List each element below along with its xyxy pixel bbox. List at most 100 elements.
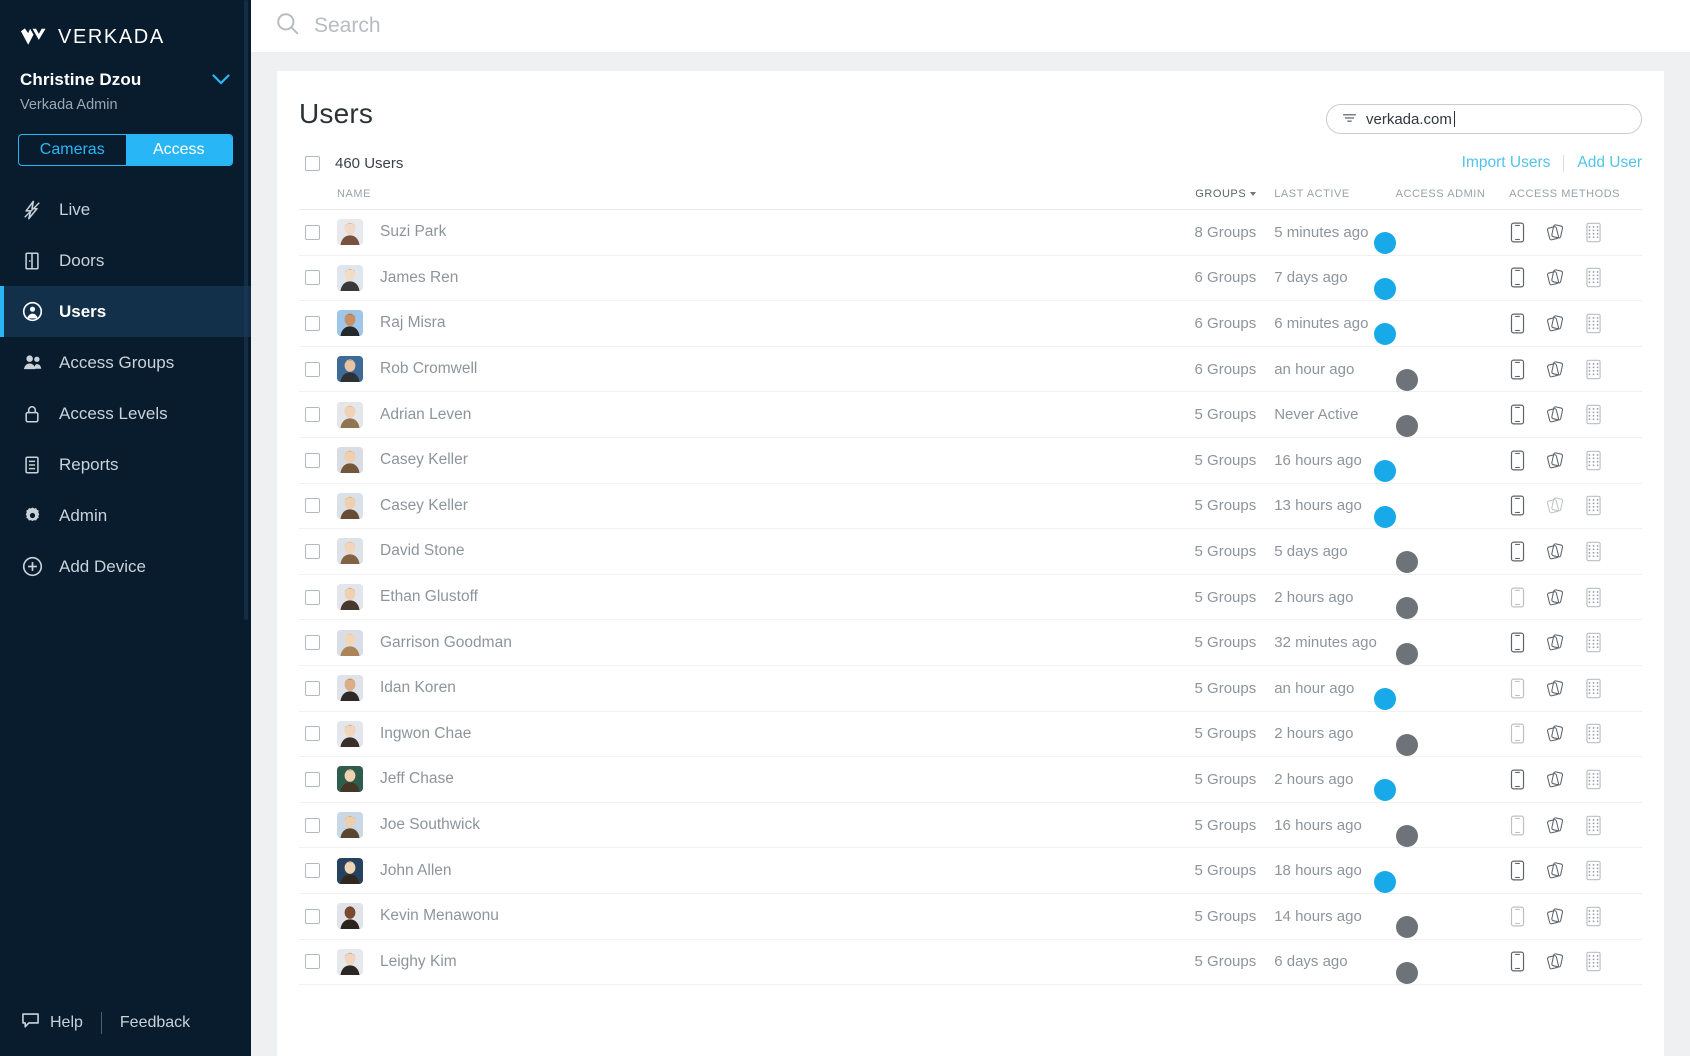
sidebar-item-access-groups[interactable]: Access Groups: [0, 337, 251, 388]
table-row[interactable]: Raj Misra 6 Groups 6 minutes ago: [299, 300, 1642, 347]
cell-name[interactable]: Jeff Chase: [299, 756, 1147, 803]
phone-icon[interactable]: [1509, 495, 1526, 516]
cell-name[interactable]: Raj Misra: [299, 300, 1147, 347]
table-row[interactable]: Suzi Park 8 Groups 5 minutes ago: [299, 209, 1642, 256]
global-search-bar[interactable]: Search: [251, 0, 1690, 53]
access-cards-icon[interactable]: [1547, 951, 1564, 972]
access-cards-icon[interactable]: [1547, 678, 1564, 699]
table-row[interactable]: Adrian Leven 5 Groups Never Active: [299, 391, 1642, 438]
keypad-icon[interactable]: [1585, 769, 1602, 790]
row-checkbox[interactable]: [305, 270, 320, 286]
phone-icon[interactable]: [1509, 222, 1526, 243]
cell-name[interactable]: Adrian Leven: [299, 391, 1147, 438]
row-checkbox[interactable]: [305, 361, 320, 377]
access-cards-icon[interactable]: [1547, 541, 1564, 562]
table-row[interactable]: Jeff Chase 5 Groups 2 hours ago: [299, 756, 1642, 803]
cell-name[interactable]: Leighy Kim: [299, 939, 1147, 986]
row-checkbox[interactable]: [305, 954, 320, 970]
row-checkbox[interactable]: [305, 817, 320, 833]
brand-logo[interactable]: VERKADA: [0, 0, 251, 56]
phone-icon[interactable]: [1509, 267, 1526, 288]
product-switcher[interactable]: Cameras Access: [18, 134, 233, 166]
cell-name[interactable]: David Stone: [299, 528, 1147, 575]
access-cards-icon[interactable]: [1547, 769, 1564, 790]
row-checkbox[interactable]: [305, 498, 320, 514]
domain-filter-input[interactable]: verkada.com: [1326, 104, 1642, 134]
phone-icon[interactable]: [1509, 587, 1526, 608]
table-row[interactable]: David Stone 5 Groups 5 days ago: [299, 528, 1642, 575]
access-cards-icon[interactable]: [1547, 267, 1564, 288]
sidebar-item-live[interactable]: Live: [0, 184, 251, 235]
table-row[interactable]: Kevin Menawonu 5 Groups 14 hours ago: [299, 893, 1642, 940]
cell-name[interactable]: Garrison Goodman: [299, 619, 1147, 666]
keypad-icon[interactable]: [1585, 359, 1602, 380]
access-cards-icon[interactable]: [1547, 313, 1564, 334]
cell-name[interactable]: Casey Keller: [299, 437, 1147, 484]
keypad-icon[interactable]: [1585, 632, 1602, 653]
add-user-button[interactable]: Add User: [1577, 154, 1642, 172]
table-row[interactable]: Casey Keller 5 Groups 16 hours ago: [299, 437, 1642, 484]
row-checkbox[interactable]: [305, 452, 320, 468]
table-row[interactable]: John Allen 5 Groups 18 hours ago: [299, 847, 1642, 894]
sidebar-item-doors[interactable]: Doors: [0, 235, 251, 286]
chevron-down-icon[interactable]: [212, 72, 230, 85]
keypad-icon[interactable]: [1585, 860, 1602, 881]
access-cards-icon[interactable]: [1547, 450, 1564, 471]
access-cards-icon[interactable]: [1547, 906, 1564, 927]
cell-name[interactable]: Kevin Menawonu: [299, 893, 1147, 940]
cell-name[interactable]: John Allen: [299, 847, 1147, 894]
access-cards-icon[interactable]: [1547, 815, 1564, 836]
phone-icon[interactable]: [1509, 815, 1526, 836]
import-users-button[interactable]: Import Users: [1462, 154, 1551, 172]
table-row[interactable]: Ingwon Chae 5 Groups 2 hours ago: [299, 711, 1642, 758]
table-row[interactable]: Idan Koren 5 Groups an hour ago: [299, 665, 1642, 712]
phone-icon[interactable]: [1509, 313, 1526, 334]
keypad-icon[interactable]: [1585, 815, 1602, 836]
table-row[interactable]: Joe Southwick 5 Groups 16 hours ago: [299, 802, 1642, 849]
phone-icon[interactable]: [1509, 404, 1526, 425]
column-header-access-methods[interactable]: ACCESS METHODS: [1499, 172, 1642, 210]
cell-name[interactable]: Suzi Park: [299, 209, 1147, 256]
phone-icon[interactable]: [1509, 632, 1526, 653]
keypad-icon[interactable]: [1585, 587, 1602, 608]
cell-name[interactable]: Ethan Glustoff: [299, 574, 1147, 621]
keypad-icon[interactable]: [1585, 723, 1602, 744]
keypad-icon[interactable]: [1585, 313, 1602, 334]
access-cards-icon[interactable]: [1547, 632, 1564, 653]
row-checkbox[interactable]: [305, 224, 320, 240]
sidebar-scrollbar[interactable]: [244, 0, 248, 620]
access-cards-icon[interactable]: [1547, 723, 1564, 744]
search-input[interactable]: Search: [314, 14, 381, 38]
keypad-icon[interactable]: [1585, 951, 1602, 972]
keypad-icon[interactable]: [1585, 267, 1602, 288]
sidebar-item-users[interactable]: Users: [0, 286, 251, 337]
select-all-checkbox[interactable]: [305, 155, 320, 171]
sidebar-item-admin[interactable]: Admin: [0, 490, 251, 541]
keypad-icon[interactable]: [1585, 541, 1602, 562]
table-row[interactable]: Casey Keller 5 Groups 13 hours ago: [299, 483, 1642, 530]
row-checkbox[interactable]: [305, 908, 320, 924]
phone-icon[interactable]: [1509, 860, 1526, 881]
table-row[interactable]: Garrison Goodman 5 Groups 32 minutes ago: [299, 619, 1642, 666]
sidebar-item-reports[interactable]: Reports: [0, 439, 251, 490]
cell-name[interactable]: Idan Koren: [299, 665, 1147, 712]
phone-icon[interactable]: [1509, 450, 1526, 471]
row-checkbox[interactable]: [305, 543, 320, 559]
account-block[interactable]: Christine Dzou Verkada Admin: [0, 56, 251, 113]
phone-icon[interactable]: [1509, 678, 1526, 699]
help-link[interactable]: Help: [21, 1012, 83, 1034]
tab-cameras[interactable]: Cameras: [19, 135, 126, 165]
phone-icon[interactable]: [1509, 359, 1526, 380]
row-checkbox[interactable]: [305, 635, 320, 651]
access-cards-icon[interactable]: [1547, 404, 1564, 425]
access-cards-icon[interactable]: [1547, 359, 1564, 380]
keypad-icon[interactable]: [1585, 678, 1602, 699]
cell-name[interactable]: Casey Keller: [299, 483, 1147, 530]
column-header-name[interactable]: NAME: [299, 172, 1147, 210]
feedback-link[interactable]: Feedback: [120, 1014, 190, 1032]
cell-name[interactable]: Joe Southwick: [299, 802, 1147, 849]
access-cards-icon[interactable]: [1547, 495, 1564, 516]
row-checkbox[interactable]: [305, 863, 320, 879]
column-header-groups[interactable]: GROUPS: [1146, 172, 1257, 210]
keypad-icon[interactable]: [1585, 495, 1602, 516]
